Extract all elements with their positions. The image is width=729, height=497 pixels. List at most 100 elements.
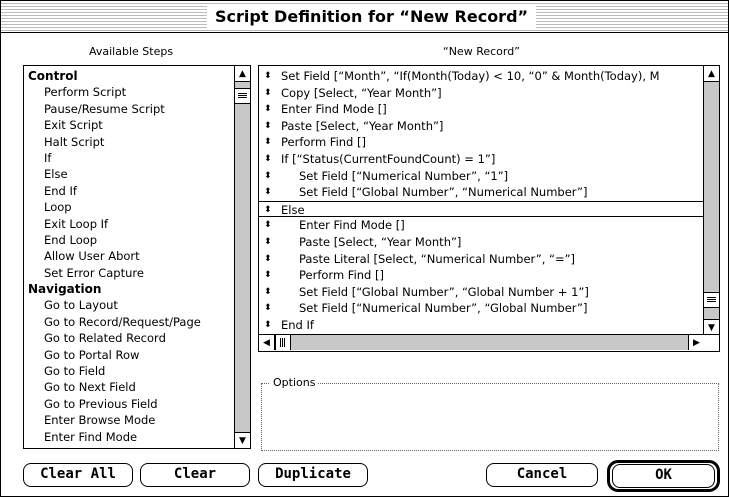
script-step-row[interactable]: ⬍ Set Field [“Global Number”, “Global Num… [259, 284, 703, 301]
scroll-left-arrow-icon[interactable]: ◀ [259, 335, 275, 350]
step-item[interactable]: Pause/Resume Script [24, 101, 234, 117]
script-steps-items: ⬍ Set Field [“Month”, “If(Month(Today) < … [259, 66, 703, 334]
script-step-text: Set Field [“Numerical Number”, “Global N… [299, 301, 588, 316]
step-item[interactable]: Go to Layout [24, 297, 234, 313]
step-item[interactable]: Allow User Abort [24, 248, 234, 264]
available-steps-caption: Available Steps [89, 45, 174, 58]
script-step-text: Set Field [“Global Number”, “Global Numb… [299, 284, 589, 299]
script-step-row[interactable]: ⬍ Set Field [“Global Number”, “Numerical … [259, 184, 703, 201]
script-step-text: Enter Find Mode [] [299, 218, 405, 233]
duplicate-button[interactable]: Duplicate [258, 463, 368, 487]
script-step-text: Set Field [“Month”, “If(Month(Today) < 1… [281, 69, 660, 83]
reorder-handle-icon[interactable]: ⬍ [264, 134, 272, 151]
scroll-thumb[interactable] [235, 88, 250, 104]
script-step-text: Perform Find [] [281, 135, 366, 150]
step-item[interactable]: Go to Related Record [24, 330, 234, 346]
clear-all-button[interactable]: Clear All [23, 463, 133, 487]
scroll-track[interactable] [275, 335, 688, 350]
script-step-text: Perform Find [] [299, 268, 384, 283]
reorder-handle-icon[interactable]: ⬍ [264, 267, 272, 284]
script-step-row[interactable]: ⬍ Paste Literal [Select, “Numerical Numbe… [259, 251, 703, 268]
step-item[interactable]: Loop [24, 199, 234, 215]
step-item[interactable]: Go to Portal Row [24, 347, 234, 363]
script-step-row[interactable]: ⬍ Paste [Select, “Year Month”] [259, 234, 703, 251]
scroll-up-arrow-icon[interactable]: ▲ [704, 66, 719, 82]
step-item[interactable]: If [24, 150, 234, 166]
script-step-text: Paste [Select, “Year Month”] [281, 118, 444, 133]
step-item[interactable]: Else [24, 166, 234, 182]
reorder-handle-icon[interactable]: ⬍ [264, 317, 272, 334]
script-step-row[interactable]: ⬍ Else [259, 200, 703, 219]
reorder-handle-icon[interactable]: ⬍ [264, 184, 272, 201]
scroll-right-arrow-icon[interactable]: ▶ [688, 335, 704, 350]
scroll-track[interactable] [235, 82, 250, 432]
script-step-row[interactable]: ⬍ Perform Find [] [259, 267, 703, 284]
reorder-handle-icon[interactable]: ⬍ [264, 68, 272, 85]
reorder-handle-icon[interactable]: ⬍ [264, 284, 272, 301]
script-definition-dialog: Script Definition for “New Record” Avail… [0, 0, 729, 497]
script-step-text: Set Field [“Global Number”, “Numerical N… [299, 185, 588, 200]
reorder-handle-icon[interactable]: ⬍ [264, 234, 272, 251]
step-category: Control [28, 69, 78, 83]
script-step-text: Enter Find Mode [] [281, 102, 387, 117]
reorder-handle-icon[interactable]: ⬍ [264, 118, 272, 135]
cancel-button[interactable]: Cancel [486, 463, 598, 487]
step-item[interactable]: Go to Record/Request/Page [24, 314, 234, 330]
step-item[interactable]: End If [24, 183, 234, 199]
script-step-row[interactable]: ⬍ Set Field [“Numerical Number”, “Global … [259, 300, 703, 317]
script-step-text: Paste [Select, “Year Month”] [299, 234, 462, 249]
script-step-row[interactable]: ⬍ Set Field [“Numerical Number”, “1”] [259, 168, 703, 185]
script-step-row[interactable]: ⬍ If [“Status(CurrentFoundCount) = 1”] [259, 151, 703, 168]
script-step-text: End If [281, 317, 314, 332]
title-bar[interactable]: Script Definition for “New Record” [1, 1, 728, 33]
script-step-text: If [“Status(CurrentFoundCount) = 1”] [281, 151, 496, 166]
reorder-handle-icon[interactable]: ⬍ [264, 300, 272, 317]
script-step-row[interactable]: ⬍ Perform Find [] [259, 134, 703, 151]
script-step-text: Set Field [“Numerical Number”, “1”] [299, 168, 509, 183]
script-steps-vscrollbar[interactable]: ▲ ▼ [703, 66, 719, 335]
reorder-handle-icon[interactable]: ⬍ [264, 168, 272, 185]
script-step-row[interactable]: ⬍ Paste [Select, “Year Month”] [259, 118, 703, 135]
reorder-handle-icon[interactable]: ⬍ [264, 202, 272, 219]
scroll-up-arrow-icon[interactable]: ▲ [235, 66, 250, 82]
script-step-text: Paste Literal [Select, “Numerical Number… [299, 251, 576, 266]
ok-button[interactable]: OK [612, 464, 715, 488]
script-step-row[interactable]: ⬍ End If [259, 317, 703, 334]
reorder-handle-icon[interactable]: ⬍ [264, 217, 272, 234]
script-step-text: Copy [Select, “Year Month”] [281, 85, 442, 100]
step-item[interactable]: Go to Field [24, 363, 234, 379]
step-item[interactable]: Perform Script [24, 84, 234, 100]
scroll-thumb[interactable] [275, 335, 291, 350]
script-step-row[interactable]: ⬍ Set Field [“Month”, “If(Month(Today) < … [259, 68, 703, 85]
window-title: Script Definition for “New Record” [207, 6, 537, 28]
script-step-row[interactable]: ⬍ Copy [Select, “Year Month”] [259, 85, 703, 102]
step-item[interactable]: End Loop [24, 232, 234, 248]
script-name-caption: “New Record” [443, 45, 520, 58]
clear-button[interactable]: Clear [140, 463, 250, 487]
step-item[interactable]: Exit Script [24, 117, 234, 133]
available-steps-scrollbar[interactable]: ▲ ▼ [234, 66, 250, 448]
reorder-handle-icon[interactable]: ⬍ [264, 85, 272, 102]
scroll-down-arrow-icon[interactable]: ▼ [235, 432, 250, 448]
step-category: Navigation [28, 282, 102, 297]
step-item[interactable]: Exit Loop If [24, 216, 234, 232]
script-step-text: Else [281, 202, 305, 217]
step-item[interactable]: Enter Find Mode [24, 429, 234, 445]
reorder-handle-icon[interactable]: ⬍ [264, 101, 272, 118]
script-steps-hscrollbar[interactable]: ◀ ▶ [259, 334, 719, 350]
reorder-handle-icon[interactable]: ⬍ [264, 151, 272, 168]
step-item[interactable]: Enter Browse Mode [24, 412, 234, 428]
scroll-down-arrow-icon[interactable]: ▼ [704, 319, 719, 335]
available-steps-list[interactable]: Control Perform Script Pause/Resume Script… [23, 65, 251, 449]
script-steps-list[interactable]: ⬍ Set Field [“Month”, “If(Month(Today) < … [258, 65, 720, 352]
step-item[interactable]: Set Error Capture [24, 265, 234, 281]
step-item[interactable]: Go to Next Field [24, 379, 234, 395]
scroll-thumb[interactable] [704, 292, 719, 308]
available-steps-items: Control Perform Script Pause/Resume Script… [24, 66, 234, 448]
script-step-row[interactable]: ⬍ Enter Find Mode [] [259, 217, 703, 234]
script-step-row[interactable]: ⬍ Enter Find Mode [] [259, 101, 703, 118]
step-item[interactable]: Halt Script [24, 134, 234, 150]
step-item[interactable]: Go to Previous Field [24, 396, 234, 412]
scroll-track[interactable] [704, 82, 719, 319]
reorder-handle-icon[interactable]: ⬍ [264, 251, 272, 268]
